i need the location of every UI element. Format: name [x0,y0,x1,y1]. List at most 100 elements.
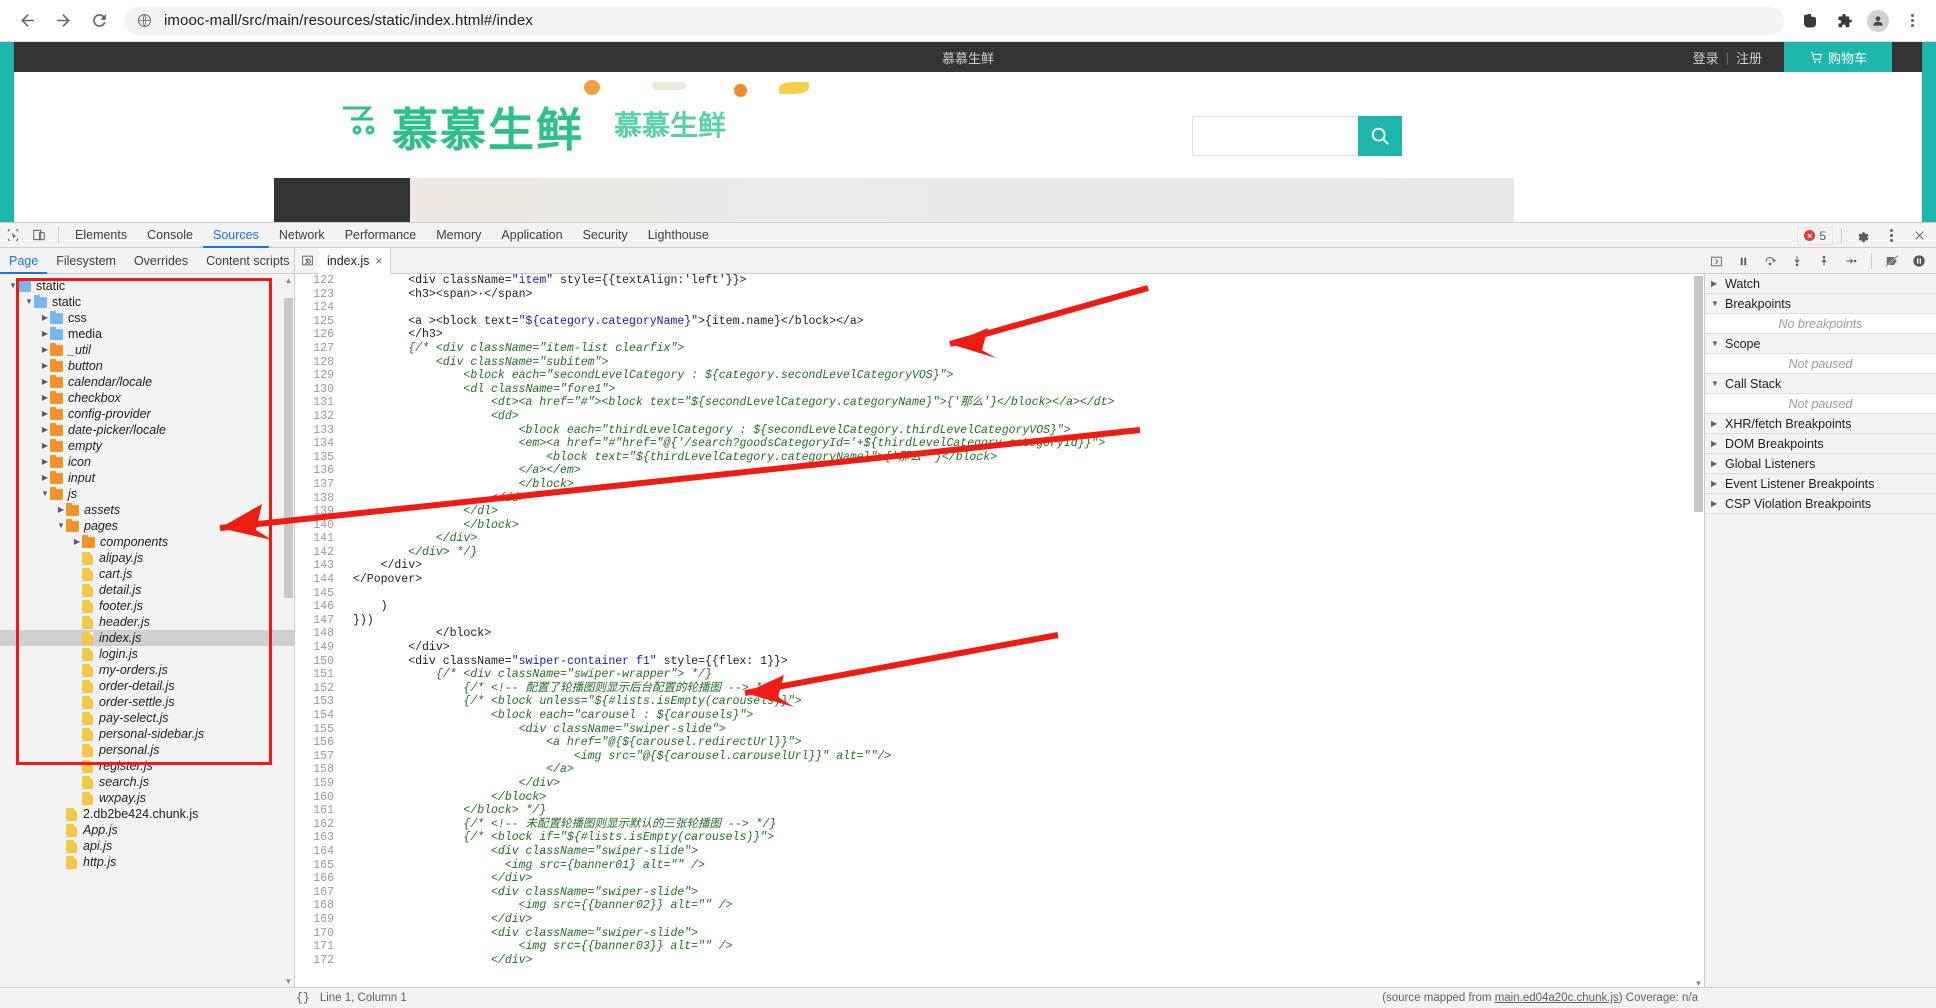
line-number[interactable]: 154 [295,709,343,723]
code-text[interactable]: <img src={{banner02}} alt="" /> [343,899,733,913]
code-text[interactable]: {/* <div className="swiper-wrapper"> */} [343,668,712,682]
debugger-section-header[interactable]: ▼ Call Stack [1705,374,1936,394]
chevron-down-icon[interactable]: ▼ [8,278,18,294]
line-number[interactable]: 171 [295,940,343,954]
tree-folder-row[interactable]: ▶ checkbox [0,390,294,406]
code-text[interactable]: <img src="@{${carousel.carouselUrl}}" al… [343,750,891,764]
search-button[interactable] [1358,116,1402,156]
tree-file-row[interactable]: 2.db2be424.chunk.js [0,806,294,822]
deactivate-breakpoints-button[interactable] [1879,248,1905,274]
tab-memory[interactable]: Memory [426,223,491,248]
chevron-right-icon[interactable]: ▶ [40,342,50,358]
line-number[interactable]: 139 [295,505,343,519]
tree-folder-row[interactable]: ▶ date-picker/locale [0,422,294,438]
line-number[interactable]: 163 [295,831,343,845]
step-into-button[interactable] [1784,248,1810,274]
nav-tab-page[interactable]: Page [0,248,47,274]
step-button[interactable] [1838,248,1864,274]
code-text[interactable]: <block each="carousel : ${carousels}"> [343,709,753,723]
code-text[interactable]: <div className="swiper-slide"> [343,845,698,859]
code-text[interactable]: <block each="thirdLevelCategory : ${seco… [343,424,1071,438]
tree-file-row[interactable]: header.js [0,614,294,630]
chevron-right-icon[interactable]: ▶ [40,374,50,390]
code-text[interactable]: <a ><block text="${category.categoryName… [343,315,864,329]
tree-file-row[interactable]: search.js [0,774,294,790]
line-number[interactable]: 122 [295,274,343,288]
code-text[interactable]: <div className="item" style={{textAlign:… [343,274,746,288]
source-map-link[interactable]: main.ed04a20c.chunk.js [1495,992,1619,1004]
code-text[interactable]: </div> [343,913,532,927]
pause-resume-button[interactable] [1730,248,1756,274]
tree-file-row[interactable]: cart.js [0,566,294,582]
line-number[interactable]: 138 [295,491,343,506]
code-text[interactable]: {/* <!-- 未配置轮播图则显示默认的三张轮播图 --> */} [343,818,776,832]
line-number[interactable]: 149 [295,641,343,655]
search-input[interactable] [1192,116,1362,156]
line-number[interactable]: 150 [295,654,343,669]
step-over-button[interactable] [1757,248,1783,274]
debugger-section-header[interactable]: ▼ Breakpoints [1705,294,1936,314]
code-text[interactable]: {/* <block unless="${#lists.isEmpty(caro… [343,695,801,709]
tab-sources[interactable]: Sources [203,223,269,248]
line-number[interactable]: 158 [295,763,343,777]
more-vertical-icon[interactable] [1878,223,1904,248]
step-out-button[interactable] [1811,248,1837,274]
chevron-right-icon[interactable]: ▶ [40,406,50,422]
code-text[interactable]: </block> [343,519,518,533]
line-number[interactable]: 167 [295,885,343,900]
line-number[interactable]: 142 [295,545,343,560]
line-number[interactable]: 123 [295,287,343,302]
tree-file-row[interactable]: personal-sidebar.js [0,726,294,742]
debugger-section-header[interactable]: ▼ Scope [1705,334,1936,354]
debugger-section-header[interactable]: ▶ Global Listeners [1705,454,1936,474]
line-number[interactable]: 137 [295,477,343,492]
line-number[interactable]: 132 [295,409,343,424]
nav-tab-overrides[interactable]: Overrides [125,248,197,274]
tree-file-row[interactable]: pay-select.js [0,710,294,726]
line-number[interactable]: 134 [295,437,343,451]
error-count-badge[interactable]: × 5 [1797,226,1833,245]
code-text[interactable] [343,587,353,601]
chrome-menu-kebab-icon[interactable] [1898,7,1926,35]
line-number[interactable]: 172 [295,953,343,968]
show-debugger-sidebar-icon[interactable] [1703,248,1729,274]
tree-file-row[interactable]: alipay.js [0,550,294,566]
code-text[interactable]: <dl className="fore1"> [343,383,615,397]
tree-folder-row[interactable]: ▶ media [0,326,294,342]
debugger-section-header[interactable]: ▶ CSP Violation Breakpoints [1705,494,1936,514]
tree-folder-row[interactable]: ▶ config-provider [0,406,294,422]
tree-file-row[interactable]: personal.js [0,742,294,758]
tree-file-row[interactable]: footer.js [0,598,294,614]
device-toolbar-icon[interactable] [26,223,52,248]
line-number[interactable]: 156 [295,736,343,750]
back-arrow-icon[interactable] [10,4,44,38]
code-text[interactable]: <div className="swiper-container f1" sty… [343,655,788,669]
close-icon[interactable]: × [375,254,382,268]
chevron-right-icon[interactable]: ▶ [72,534,82,550]
tab-lighthouse[interactable]: Lighthouse [638,223,719,248]
show-navigator-icon[interactable] [295,248,319,274]
login-link[interactable]: 登录 [1693,48,1719,67]
code-text[interactable]: </a></em> [343,464,581,478]
pause-on-exceptions-button[interactable] [1906,248,1932,274]
code-text[interactable]: </div> [343,954,532,968]
code-text[interactable]: {/* <div className="item-list clearfix"> [343,342,684,356]
nav-tab-content-scripts[interactable]: Content scripts [197,248,298,274]
code-text[interactable]: <div className="subitem"> [343,356,609,370]
code-text[interactable]: </div> [343,641,449,655]
tree-folder-row[interactable]: ▶ calendar/locale [0,374,294,390]
tab-console[interactable]: Console [137,223,203,248]
line-number[interactable]: 144 [295,573,343,587]
code-text[interactable]: </a> [343,763,574,777]
code-text[interactable]: </block> [343,791,546,805]
tree-file-row[interactable]: register.js [0,758,294,774]
code-text[interactable]: {/* <!-- 配置了轮播图则显示后台配置的轮播图 --> */} [343,682,776,696]
code-text[interactable]: </div> [343,872,532,886]
chevron-down-icon[interactable]: ▼ [24,294,34,310]
chevron-down-icon[interactable]: ▼ [40,486,50,502]
code-text[interactable]: <dd> [343,410,519,424]
line-number[interactable]: 166 [295,872,343,886]
tab-application[interactable]: Application [491,223,572,248]
line-number[interactable]: 130 [295,382,343,397]
line-number[interactable]: 152 [295,681,343,696]
